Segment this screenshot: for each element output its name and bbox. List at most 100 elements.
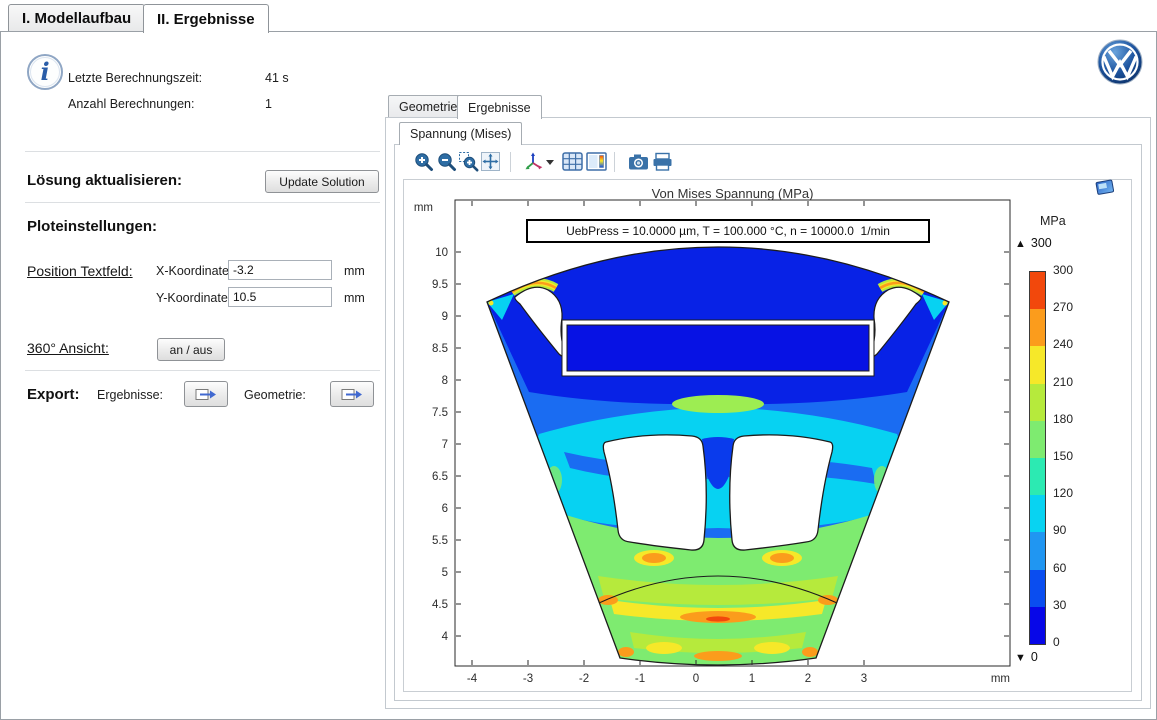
y-tick-label: 6.5: [432, 471, 448, 483]
x-tick-label: 2: [805, 673, 811, 685]
plot-canvas[interactable]: mm mm: [402, 180, 1133, 695]
axes-dropdown-icon[interactable]: [546, 159, 556, 167]
y-axis-unit: mm: [414, 202, 433, 214]
divider: [25, 202, 380, 203]
colorbar-segment: [1030, 607, 1045, 644]
export-geometry-button[interactable]: [330, 381, 374, 407]
colorbar-min: ▼0: [1015, 650, 1038, 664]
tab-ergebnisse[interactable]: II. Ergebnisse: [143, 4, 269, 33]
y-tick-label: 7.5: [432, 407, 448, 419]
y-tick-label: 4.5: [432, 599, 448, 611]
cutout-right: [730, 435, 833, 550]
toolbar-separator: [510, 152, 511, 172]
y-tick-label: 10: [435, 247, 448, 259]
y-tick-label: 5: [442, 567, 448, 579]
textfield-position-label: Position Textfeld:: [27, 263, 133, 279]
x-coordinate-label: X-Koordinate:: [156, 264, 232, 278]
colorbar-tick-label: 60: [1053, 561, 1093, 575]
colorbar-tick-label: 150: [1053, 449, 1093, 463]
vw-logo: [1097, 39, 1143, 85]
zoom-box-icon[interactable]: [458, 151, 480, 173]
export-results-label: Ergebnisse:: [97, 388, 163, 402]
x-tick-label: -2: [579, 673, 589, 685]
cutout-left: [603, 435, 706, 550]
x-tick-label: 3: [861, 673, 867, 685]
zoom-in-icon[interactable]: [413, 151, 435, 173]
zoom-extents-icon[interactable]: [480, 151, 502, 173]
triangle-up-icon: ▲: [1015, 238, 1026, 250]
y-coordinate-unit: mm: [344, 291, 365, 305]
zoom-out-icon[interactable]: [436, 151, 458, 173]
colorbar-segment: [1030, 272, 1045, 309]
plot-settings-heading: Ploteinstellungen:: [27, 218, 157, 235]
colorbar-tick-label: 270: [1053, 300, 1093, 314]
colorbar-max-value: 300: [1031, 236, 1052, 250]
divider: [25, 370, 380, 371]
tab-modellaufbau[interactable]: I. Modellaufbau: [8, 4, 145, 31]
colorbar-tick-label: 120: [1053, 486, 1093, 500]
y-tick-label: 8: [442, 375, 448, 387]
computation-count-label: Anzahl Berechnungen:: [68, 97, 194, 111]
update-solution-button[interactable]: Update Solution: [265, 170, 379, 193]
last-computation-value: 41 s: [265, 71, 289, 85]
colorbar-tick-label: 300: [1053, 263, 1093, 277]
colorbar-max: ▲ 300: [1015, 236, 1052, 250]
colorbar-tick-label: 90: [1053, 523, 1093, 537]
colorbar-unit: MPa: [1040, 214, 1066, 228]
view-360-toggle-button[interactable]: an / aus: [157, 338, 225, 361]
magnet: [562, 320, 874, 376]
app-window: I. Modellaufbau II. Ergebnisse i Letzte …: [0, 0, 1157, 720]
colorbar-segment: [1030, 346, 1045, 383]
export-icon: [341, 387, 363, 402]
x-tick-label: -1: [635, 673, 645, 685]
x-coordinate-unit: mm: [344, 264, 365, 278]
y-tick-label: 9: [442, 311, 448, 323]
y-tick-label: 9.5: [432, 279, 448, 291]
colorbar-segment: [1030, 309, 1045, 346]
colorbar-tick-label: 30: [1053, 598, 1093, 612]
y-tick-label: 8.5: [432, 343, 448, 355]
colorbar-tick-label: 0: [1053, 635, 1093, 649]
x-tick-label: -4: [467, 673, 478, 685]
colorbar-tick-label: 180: [1053, 412, 1093, 426]
colorbar-segment: [1030, 570, 1045, 607]
y-tick-label: 7: [442, 439, 448, 451]
y-coordinate-input[interactable]: [228, 287, 332, 307]
plot-annotation-textfield[interactable]: UebPress = 10.0000 µm, T = 100.000 °C, n…: [526, 219, 930, 243]
export-results-button[interactable]: [184, 381, 228, 407]
colorbar-segment: [1030, 532, 1045, 569]
x-tick-label: 0: [693, 673, 699, 685]
print-icon[interactable]: [652, 151, 674, 173]
toolbar-separator: [614, 152, 615, 172]
tab-ergebnisse-plot[interactable]: Ergebnisse: [457, 95, 542, 119]
colorbar-min-value: 0: [1031, 650, 1038, 664]
x-tick-label: -3: [523, 673, 533, 685]
colorbar: [1029, 271, 1046, 645]
y-tick-label: 6: [442, 503, 448, 515]
color-legend-icon[interactable]: [586, 151, 608, 173]
view-360-label: 360° Ansicht:: [27, 340, 109, 356]
last-computation-label: Letzte Berechnungszeit:: [68, 71, 202, 85]
colorbar-segment: [1030, 421, 1045, 458]
svg-text:i: i: [40, 57, 49, 86]
colorbar-segment: [1030, 384, 1045, 421]
export-icon: [195, 387, 217, 402]
export-heading: Export:: [27, 386, 80, 403]
y-tick-label: 5.5: [432, 535, 448, 547]
divider: [25, 151, 380, 152]
y-tick-label: 4: [442, 631, 449, 643]
colorbar-tick-label: 210: [1053, 375, 1093, 389]
colorbar-tick-label: 240: [1053, 337, 1093, 351]
info-icon: i: [26, 53, 64, 91]
x-coordinate-input[interactable]: [228, 260, 332, 280]
axes-orientation-icon[interactable]: [524, 151, 546, 173]
y-coordinate-label: Y-Koordinate:: [156, 291, 231, 305]
tab-spannung-mises[interactable]: Spannung (Mises): [399, 122, 522, 145]
grid-icon[interactable]: [562, 151, 584, 173]
computation-count-value: 1: [265, 97, 272, 111]
colorbar-segment: [1030, 458, 1045, 495]
plot-window-icon[interactable]: [1094, 178, 1118, 198]
update-solution-heading: Lösung aktualisieren:: [27, 172, 182, 189]
x-tick-label: 1: [749, 673, 755, 685]
image-snapshot-icon[interactable]: [628, 151, 650, 173]
